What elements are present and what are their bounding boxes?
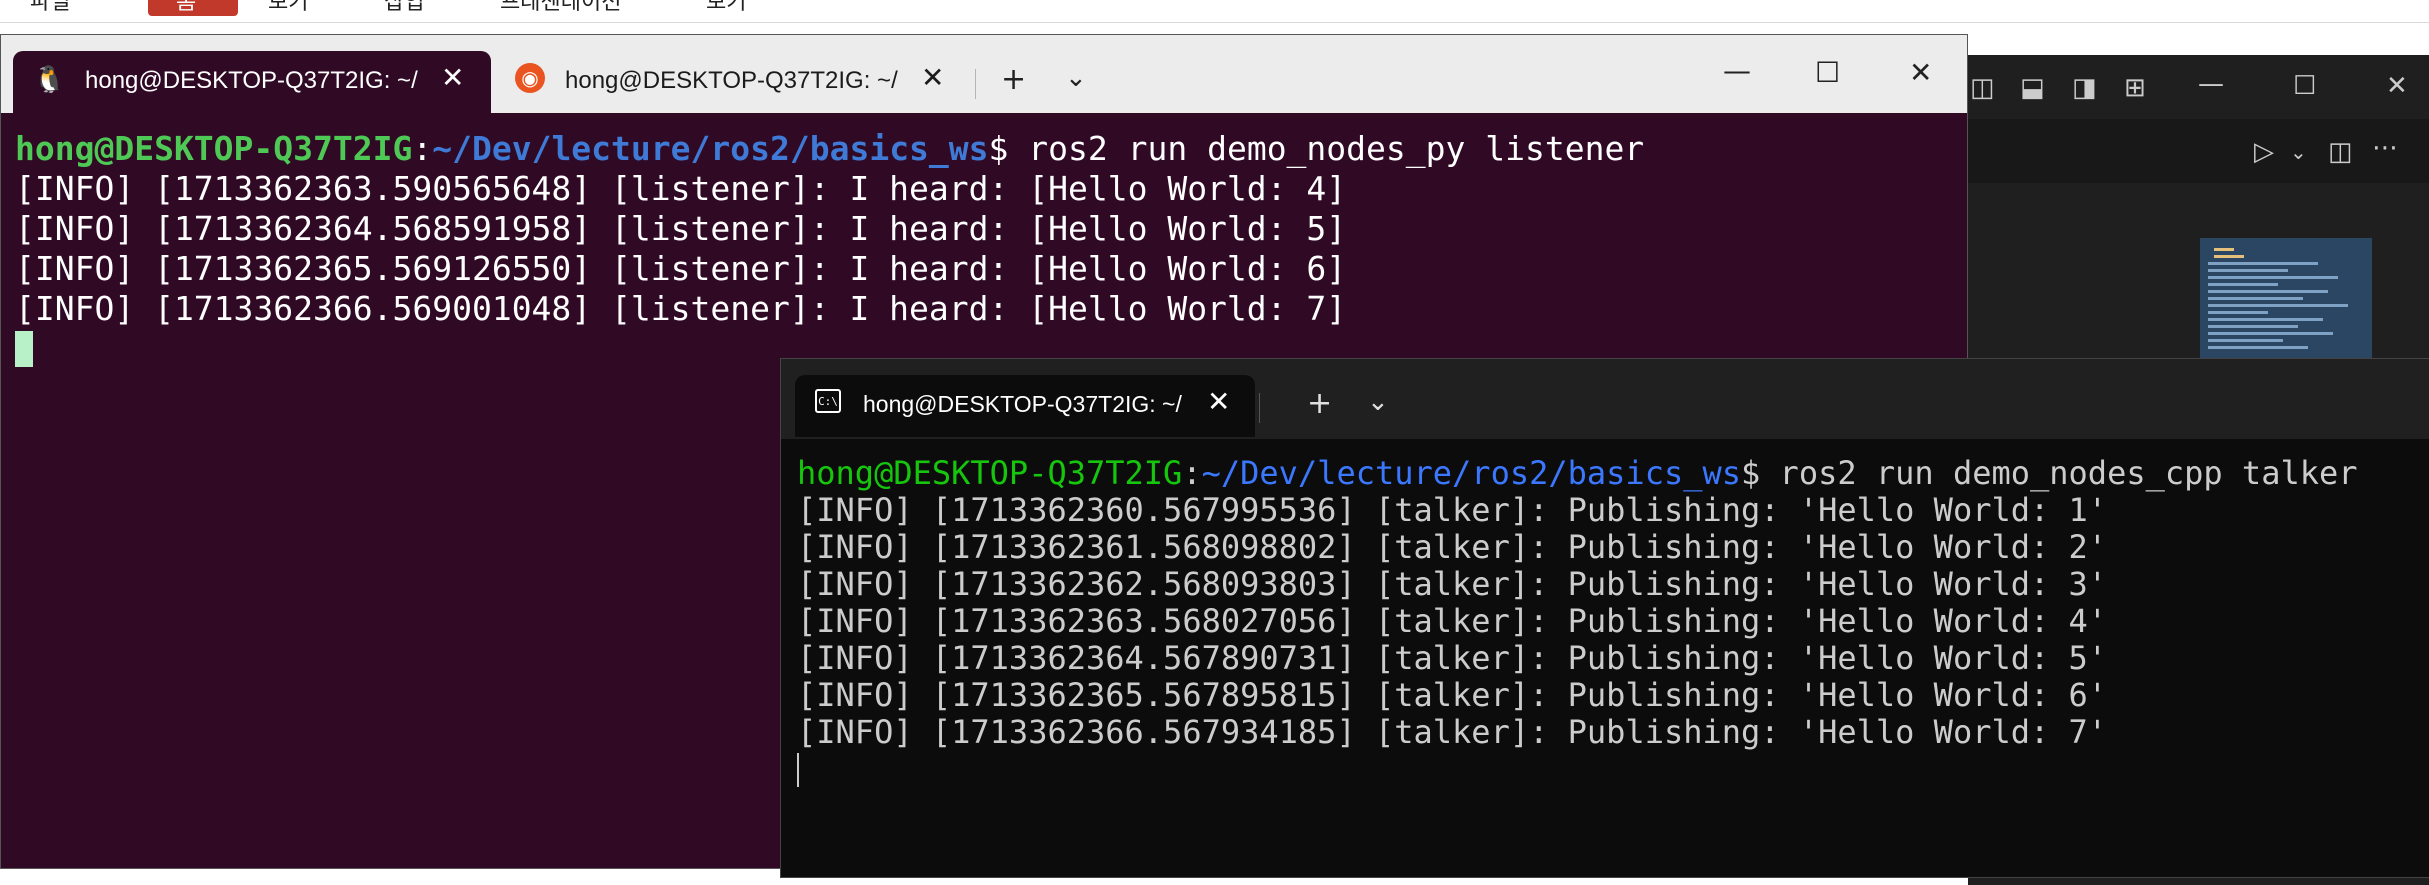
tab-ubuntu-second[interactable]: ◉ hong@DESKTOP-Q37T2IG: ~/ ✕ <box>501 51 971 113</box>
prompt-symbol: $ <box>1741 454 1780 492</box>
output-line: [INFO] [1713362363.590565648] [listener]… <box>15 169 1347 208</box>
vscode-titlebar: ◫ ⬓ ◨ ⊞ — ☐ ✕ <box>1968 55 2429 119</box>
prompt-user: hong@DESKTOP-Q37T2IG <box>797 454 1183 492</box>
menu-item-view-2[interactable]: 보기 <box>706 0 746 16</box>
menu-item-presentation[interactable]: 프레젠테이션 <box>500 0 621 16</box>
tab-cmd-talker[interactable]: C:\ hong@DESKTOP-Q37T2IG: ~/ ✕ <box>795 375 1255 437</box>
output-line: [INFO] [1713362364.568591958] [listener]… <box>15 209 1347 248</box>
minimize-button[interactable]: — <box>2198 71 2224 97</box>
tab-dropdown-button[interactable]: ⌄ <box>1367 387 1389 417</box>
prompt-path: ~/Dev/lecture/ros2/basics_ws <box>432 129 989 168</box>
output-line: [INFO] [1713362366.569001048] [listener]… <box>15 289 1347 328</box>
run-icon[interactable]: ▷ <box>2254 139 2274 165</box>
output-line: [INFO] [1713362364.567890731] [talker]: … <box>797 639 2108 677</box>
output-line: [INFO] [1713362360.567995536] [talker]: … <box>797 491 2108 529</box>
toggle-primary-sidebar-icon[interactable]: ◫ <box>1970 75 1995 101</box>
cmd-terminal-output[interactable]: hong@DESKTOP-Q37T2IG:~/Dev/lecture/ros2/… <box>797 455 2358 788</box>
tab-close-icon[interactable]: ✕ <box>441 63 464 93</box>
ubuntu-icon: ◉ <box>515 63 545 93</box>
minimize-button[interactable]: — <box>1723 57 1751 85</box>
minimap[interactable] <box>2200 238 2372 360</box>
tab-close-icon[interactable]: ✕ <box>1207 387 1230 417</box>
menu-item-insert[interactable]: 삽입 <box>384 0 424 16</box>
tab-label: hong@DESKTOP-Q37T2IG: ~/ <box>85 67 418 94</box>
tab-ubuntu-listener[interactable]: 🐧 hong@DESKTOP-Q37T2IG: ~/ ✕ <box>13 51 491 113</box>
close-button[interactable]: ✕ <box>1909 59 1932 87</box>
menu-item-file[interactable]: 파일 <box>30 0 70 16</box>
run-dropdown-icon[interactable]: ⌄ <box>2290 139 2307 165</box>
vscode-editor-toolbar: ▷ ⌄ ◫ ⋯ <box>1968 119 2429 184</box>
terminal-cursor <box>15 331 33 367</box>
tab-label: hong@DESKTOP-Q37T2IG: ~/ <box>863 391 1182 417</box>
prompt-command: ros2 run demo_nodes_py listener <box>1028 129 1645 168</box>
output-line: [INFO] [1713362365.567895815] [talker]: … <box>797 676 2108 714</box>
new-tab-button[interactable]: + <box>1307 389 1332 419</box>
cmd-terminal-window: C:\ hong@DESKTOP-Q37T2IG: ~/ ✕ + ⌄ hong@… <box>780 358 2429 878</box>
maximize-button[interactable]: ☐ <box>2293 73 2316 99</box>
menu-item-view[interactable]: 보기 <box>268 0 308 16</box>
tab-close-icon[interactable]: ✕ <box>921 63 944 93</box>
customize-layout-icon[interactable]: ⊞ <box>2124 75 2146 101</box>
output-line: [INFO] [1713362365.569126550] [listener]… <box>15 249 1347 288</box>
cmd-icon: C:\ <box>815 389 841 413</box>
prompt-command: ros2 run demo_nodes_cpp talker <box>1779 454 2358 492</box>
output-line: [INFO] [1713362361.568098802] [talker]: … <box>797 528 2108 566</box>
more-actions-icon[interactable]: ⋯ <box>2372 135 2398 161</box>
menu-item-home[interactable]: 홈 <box>176 0 196 16</box>
terminal-cursor <box>797 753 799 787</box>
tab-divider <box>1259 393 1260 423</box>
background-app-menubar: 파일 홈 보기 삽입 프레젠테이션 보기 <box>0 0 2429 23</box>
prompt-symbol: $ <box>988 129 1029 168</box>
prompt-path: ~/Dev/lecture/ros2/basics_ws <box>1201 454 1742 492</box>
close-button[interactable]: ✕ <box>2386 73 2408 99</box>
maximize-button[interactable]: ☐ <box>1815 59 1840 87</box>
cmd-tab-bar: C:\ hong@DESKTOP-Q37T2IG: ~/ ✕ + ⌄ <box>781 359 2429 439</box>
tab-dropdown-button[interactable]: ⌄ <box>1065 63 1087 93</box>
prompt-user: hong@DESKTOP-Q37T2IG <box>15 129 413 168</box>
toggle-secondary-sidebar-icon[interactable]: ◨ <box>2072 75 2097 101</box>
prompt-separator: : <box>1182 454 1202 492</box>
toggle-panel-icon[interactable]: ⬓ <box>2020 75 2045 101</box>
tab-label: hong@DESKTOP-Q37T2IG: ~/ <box>565 67 898 94</box>
ubuntu-tab-bar: 🐧 hong@DESKTOP-Q37T2IG: ~/ ✕ ◉ hong@DESK… <box>1 35 1967 113</box>
prompt-separator: : <box>412 129 433 168</box>
tab-divider <box>975 69 976 99</box>
output-line: [INFO] [1713362362.568093803] [talker]: … <box>797 565 2108 603</box>
new-tab-button[interactable]: + <box>1001 65 1026 95</box>
output-line: [INFO] [1713362363.568027056] [talker]: … <box>797 602 2108 640</box>
split-editor-icon[interactable]: ◫ <box>2328 139 2353 165</box>
output-line: [INFO] [1713362366.567934185] [talker]: … <box>797 713 2108 751</box>
linux-tux-icon: 🐧 <box>33 65 66 95</box>
ubuntu-terminal-output[interactable]: hong@DESKTOP-Q37T2IG:~/Dev/lecture/ros2/… <box>15 129 1644 369</box>
